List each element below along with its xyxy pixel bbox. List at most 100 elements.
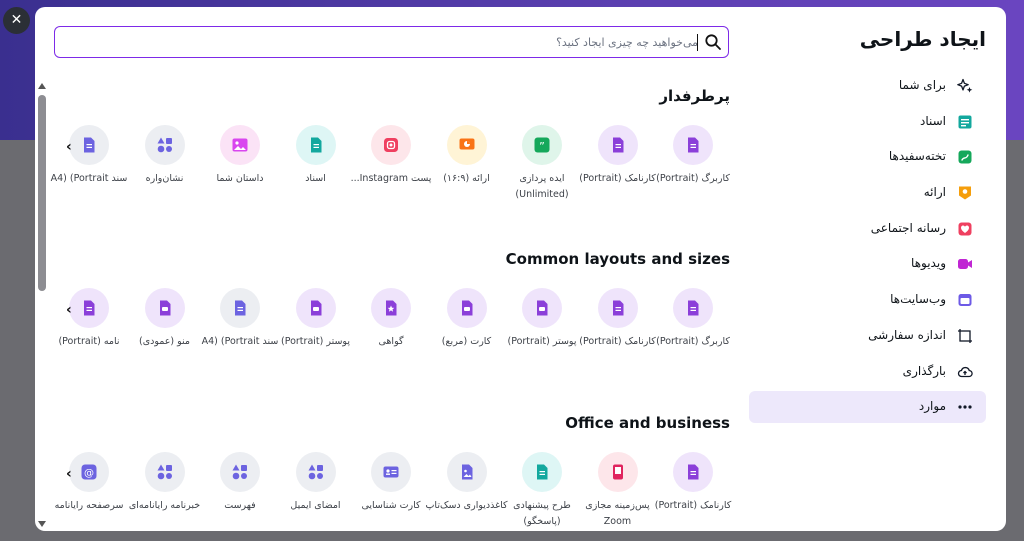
sidebar-item-label: اندازه سفارشی — [868, 327, 946, 342]
template-tile[interactable]: کارنامک (Portrait) — [655, 452, 731, 531]
search-box[interactable] — [54, 26, 729, 58]
tile-thumbnail[interactable] — [220, 125, 260, 165]
doc-icon — [684, 463, 702, 481]
template-tile[interactable]: پس‌زمینه مجازی Zoom — [581, 452, 655, 531]
sidebar-item[interactable]: موارد — [749, 391, 986, 424]
template-tile[interactable]: پست Instagram... — [351, 125, 431, 215]
tile-label: ارائه (۱۶:۹) — [443, 173, 490, 184]
tile-thumbnail[interactable] — [446, 125, 487, 165]
tile-label: خبرنامه رایانامه‌ای — [128, 500, 201, 511]
tile-thumbnail[interactable] — [371, 288, 411, 328]
doc-icon — [533, 463, 551, 481]
tile-thumbnail[interactable] — [371, 452, 411, 492]
template-tile[interactable]: کاربرگ (Portrait) — [656, 288, 730, 378]
sidebar-item[interactable]: تخته‌سفیدها — [749, 141, 986, 173]
template-tile[interactable]: کارت (مربع) — [430, 288, 504, 378]
tile-label: پوستر (Portrait) — [280, 336, 350, 347]
tile-thumbnail[interactable] — [446, 288, 487, 328]
sidebar-item-label: برای شما — [898, 78, 946, 92]
scroll-down-arrow[interactable] — [38, 521, 46, 527]
template-tile[interactable]: @ سرصفحه رایانامه — [52, 452, 126, 531]
template-tile[interactable]: نشان‌واره — [128, 125, 202, 215]
tile-thumbnail[interactable] — [295, 452, 336, 492]
template-tile[interactable]: کاربرگ (Portrait) — [656, 125, 730, 215]
sparkles-icon — [957, 78, 973, 94]
id-card-icon — [382, 463, 400, 481]
search-input[interactable] — [98, 32, 698, 52]
tile-thumbnail[interactable] — [597, 125, 638, 165]
tile-thumbnail[interactable]: ” — [522, 125, 562, 165]
scroll-up-arrow[interactable] — [38, 83, 46, 89]
wallpaper-icon — [458, 463, 476, 481]
tile-thumbnail[interactable] — [371, 125, 411, 165]
tile-thumbnail[interactable] — [446, 452, 487, 492]
chevron-left-icon[interactable]: ‹ — [66, 302, 72, 318]
template-tile[interactable]: کارنامک (Portrait) — [579, 288, 656, 378]
tile-label: سند A4) (Portrait — [201, 336, 279, 347]
tile-thumbnail[interactable] — [69, 288, 109, 328]
template-tile[interactable]: کارنامک (Portrait) — [579, 125, 656, 215]
sidebar-item[interactable]: بارگذاری — [749, 356, 986, 388]
heart-icon — [957, 221, 973, 237]
tile-thumbnail[interactable] — [673, 125, 713, 165]
template-tile[interactable]: فهرست — [203, 452, 277, 531]
tile-thumbnail[interactable] — [295, 288, 336, 328]
search-icon[interactable] — [704, 33, 722, 51]
sidebar-item[interactable]: وب‌سایت‌ها — [749, 284, 986, 316]
close-button[interactable]: ✕ — [3, 7, 30, 34]
sidebar-item[interactable]: اندازه سفارشی — [749, 320, 986, 352]
tile-thumbnail[interactable] — [597, 288, 638, 328]
template-tile[interactable]: ارائه (۱۶:۹) — [430, 125, 504, 215]
sidebar-item[interactable]: اسناد — [749, 106, 986, 138]
section-title: Common layouts and sizes — [505, 250, 730, 268]
text-caret — [697, 34, 698, 51]
tile-thumbnail[interactable] — [597, 452, 638, 492]
template-tile[interactable]: منو (عمودی) — [128, 288, 202, 378]
template-tile[interactable]: پوستر (Portrait) — [279, 288, 353, 378]
tile-row: کاربرگ (Portrait) کارنامک (Portrait) پوستر… — [54, 288, 730, 378]
image-icon — [231, 136, 249, 154]
tile-thumbnail[interactable] — [295, 125, 336, 165]
template-tile[interactable]: کاغذدیواری دسک‌تاپ — [425, 452, 508, 531]
tile-label: امضای ایمیل — [290, 500, 341, 511]
template-tile[interactable]: امضای ایمیل — [279, 452, 353, 531]
sidebar-item-label: رسانه اجتماعی — [870, 220, 946, 235]
chevron-left-icon[interactable]: ‹ — [66, 466, 72, 482]
at-icon: @ — [80, 463, 98, 481]
tile-thumbnail[interactable] — [673, 288, 713, 328]
template-tile[interactable]: پوستر (Portrait) — [505, 288, 579, 378]
print-icon — [156, 299, 174, 317]
template-tile[interactable]: داستان شما — [203, 125, 277, 215]
sidebar-item[interactable]: برای شما — [749, 70, 986, 102]
tile-thumbnail[interactable] — [522, 452, 562, 492]
tile-thumbnail[interactable] — [220, 288, 260, 328]
tile-thumbnail[interactable] — [522, 288, 562, 328]
doc-icon — [684, 136, 702, 154]
tile-label: سند A4) (Portrait — [50, 173, 128, 184]
sidebar-item[interactable]: ارائه — [749, 177, 986, 209]
chevron-left-icon[interactable]: ‹ — [66, 139, 72, 155]
tile-thumbnail[interactable] — [144, 288, 185, 328]
sidebar-item[interactable]: ویدیوها — [749, 248, 986, 280]
tile-thumbnail[interactable] — [144, 452, 185, 492]
sidebar-item[interactable]: رسانه اجتماعی — [749, 213, 986, 245]
template-tile[interactable]: ” ایده پردازی (Unlimited) — [505, 125, 579, 215]
template-tile[interactable]: کارت شناسایی — [354, 452, 428, 531]
tile-label: کاربرگ (Portrait) — [656, 173, 730, 184]
template-tile[interactable]: طرح پیشنهادی (پاسخگو) — [505, 452, 579, 531]
close-icon[interactable]: ✕ — [11, 12, 23, 28]
tile-thumbnail[interactable]: @ — [69, 452, 109, 492]
template-tile[interactable]: گواهی — [354, 288, 428, 378]
template-tile[interactable]: سند A4) (Portrait — [202, 288, 278, 378]
template-tile[interactable]: نامه (Portrait) — [52, 288, 126, 378]
tile-thumbnail[interactable] — [144, 125, 185, 165]
template-tile[interactable]: سند A4) (Portrait — [51, 125, 127, 215]
tile-thumbnail[interactable] — [673, 452, 713, 492]
tile-label: داستان شما — [216, 173, 264, 184]
tile-thumbnail[interactable] — [69, 125, 109, 165]
tile-label: کارنامک (Portrait) — [579, 173, 656, 184]
tile-thumbnail[interactable] — [220, 452, 260, 492]
template-tile[interactable]: خبرنامه رایانامه‌ای — [128, 452, 202, 531]
scrollbar-thumb[interactable] — [38, 95, 46, 291]
template-tile[interactable]: اسناد — [279, 125, 353, 215]
